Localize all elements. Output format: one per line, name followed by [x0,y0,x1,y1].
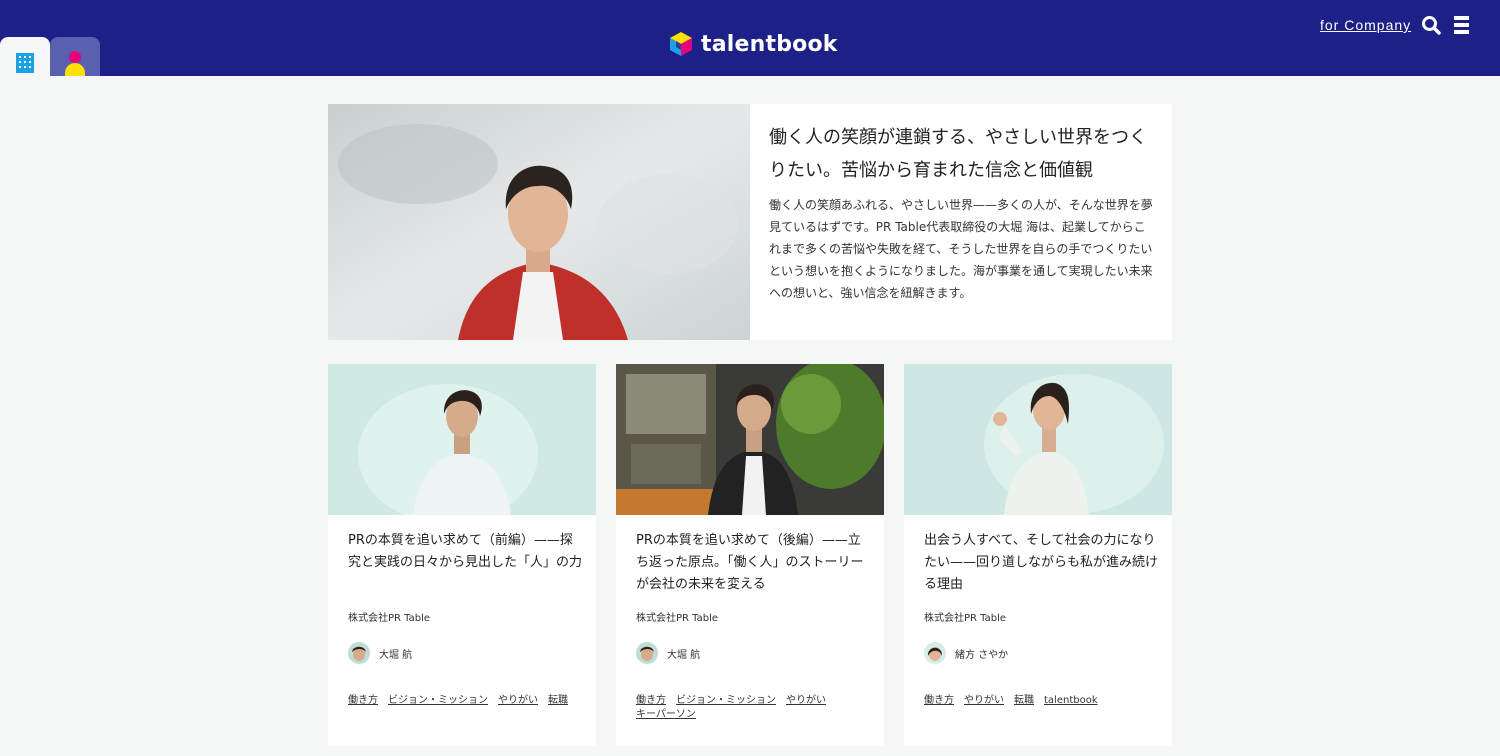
search-icon[interactable] [1421,15,1441,35]
author-name: 大堀 航 [667,649,701,661]
article-card[interactable]: 出会う人すべて、そして社会の力になりたい——回り道しながらも私が進み続ける理由 … [904,364,1172,746]
tag-list: 働き方 ビジョン・ミッション やりがい 転職 [348,694,583,707]
tag-link[interactable]: talentbook [1044,694,1098,707]
tag-list: 働き方 ビジョン・ミッション やりがい キーパーソン [636,694,871,721]
tag-link[interactable]: キーパーソン [636,708,696,721]
hamburger-menu-icon[interactable] [1454,16,1469,34]
article-card-title: 出会う人すべて、そして社会の力になりたい——回り道しながらも私が進み続ける理由 [924,533,1159,592]
author-name: 緒方 さやか [955,649,1009,661]
author-name: 大堀 航 [379,649,413,661]
featured-article[interactable]: 働く人の笑顔が連鎖する、やさしい世界をつくりたい。苦悩から育まれた信念と価値観 … [328,104,1172,340]
building-icon [16,53,34,73]
article-card-company: 株式会社PR Table [636,613,719,624]
article-card-company: 株式会社PR Table [924,613,1007,624]
article-card-photo [328,364,596,515]
tag-link[interactable]: やりがい [786,694,826,707]
tag-link[interactable]: 転職 [1014,694,1034,707]
tag-link[interactable]: 働き方 [636,694,666,707]
featured-article-photo [328,104,750,340]
talentbook-logo[interactable]: talentbook [667,29,838,59]
article-card-title: PRの本質を追い求めて（前編）——探究と実践の日々から見出した「人」の力 [348,533,583,570]
article-card-company: 株式会社PR Table [348,613,431,624]
article-card-author[interactable]: 大堀 航 [348,642,412,664]
logo-text: talentbook [701,31,838,57]
tag-link[interactable]: 転職 [548,694,568,707]
tag-link[interactable]: ビジョン・ミッション [388,694,488,707]
tag-link[interactable]: やりがい [498,694,538,707]
tab-person[interactable] [50,37,100,76]
for-company-link[interactable]: for Company [1320,17,1411,33]
person-icon [62,51,88,76]
article-card[interactable]: PRの本質を追い求めて（後編）——立ち返った原点。「働く人」のストーリーが会社の… [616,364,884,746]
avatar [924,642,946,664]
featured-article-description: 働く人の笑顔あふれる、やさしい世界——多くの人が、そんな世界を夢見ているはずです… [769,198,1153,300]
article-card[interactable]: PRの本質を追い求めて（前編）——探究と実践の日々から見出した「人」の力 株式会… [328,364,596,746]
tag-link[interactable]: ビジョン・ミッション [676,694,776,707]
article-card-author[interactable]: 緒方 さやか [924,642,1008,664]
tab-company[interactable] [0,37,50,76]
article-card-photo [616,364,884,515]
article-card-title: PRの本質を追い求めて（後編）——立ち返った原点。「働く人」のストーリーが会社の… [636,533,864,592]
tag-link[interactable]: やりがい [964,694,1004,707]
tag-link[interactable]: 働き方 [348,694,378,707]
article-card-photo [904,364,1172,515]
featured-article-title: 働く人の笑顔が連鎖する、やさしい世界をつくりたい。苦悩から育まれた信念と価値観 [769,127,1147,181]
tag-link[interactable]: 働き方 [924,694,954,707]
logo-cube-icon [670,32,692,56]
article-card-author[interactable]: 大堀 航 [636,642,700,664]
site-header: talentbook for Company [0,0,1500,76]
avatar [636,642,658,664]
avatar [348,642,370,664]
tag-list: 働き方 やりがい 転職 talentbook [924,694,1159,707]
